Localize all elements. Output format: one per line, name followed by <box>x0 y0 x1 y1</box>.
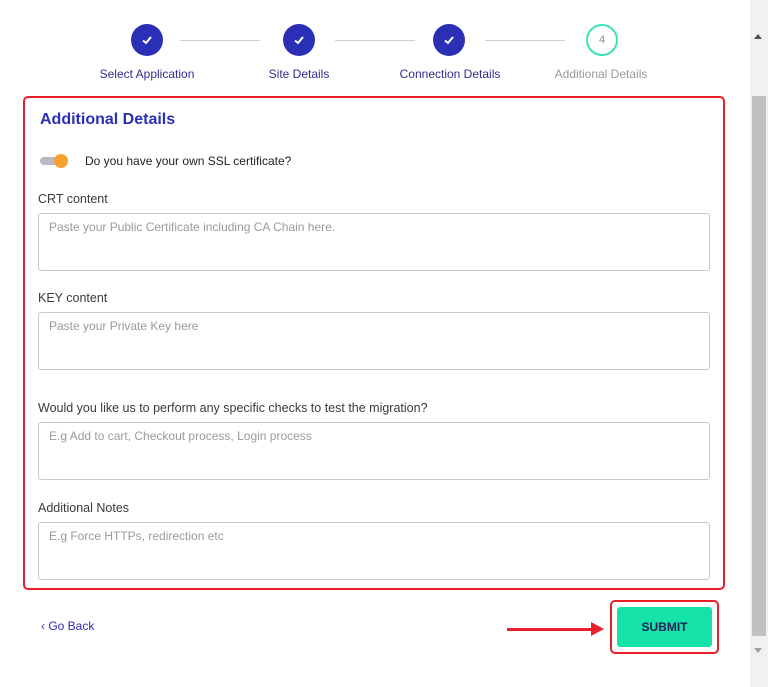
step-1-check-icon <box>131 24 163 56</box>
key-content-field[interactable] <box>38 312 710 370</box>
go-back-link[interactable]: ‹ Go Back <box>41 619 94 633</box>
step-connector <box>180 40 260 41</box>
toggle-knob <box>54 154 68 168</box>
step-3-label: Connection Details <box>399 67 501 81</box>
scroll-down-icon[interactable] <box>754 648 762 653</box>
submit-button[interactable]: SUBMIT <box>617 607 712 647</box>
annotation-arrow-head <box>591 622 604 636</box>
scroll-up-icon[interactable] <box>754 34 762 39</box>
step-4-indicator: 4 <box>586 24 618 56</box>
step-connector <box>485 40 565 41</box>
ssl-toggle[interactable] <box>40 154 68 168</box>
crt-content-label: CRT content <box>38 192 108 206</box>
migration-checks-field[interactable] <box>38 422 710 480</box>
step-2-label: Site Details <box>268 67 330 81</box>
crt-content-field[interactable] <box>38 213 710 271</box>
step-4-label: Additional Details <box>554 67 648 81</box>
additional-notes-field[interactable] <box>38 522 710 580</box>
section-title: Additional Details <box>40 111 176 128</box>
step-1-label: Select Application <box>99 67 195 81</box>
annotation-arrow <box>507 628 597 631</box>
scrollbar[interactable] <box>750 0 768 687</box>
ssl-toggle-label: Do you have your own SSL certificate? <box>85 154 292 168</box>
scroll-thumb[interactable] <box>752 96 766 636</box>
submit-highlight: SUBMIT <box>610 600 719 654</box>
step-connector <box>335 40 415 41</box>
progress-stepper: 4 Select Application Site Details Connec… <box>0 0 750 92</box>
step-2-check-icon <box>283 24 315 56</box>
additional-details-card: Additional Details Do you have your own … <box>23 96 725 590</box>
step-3-check-icon <box>433 24 465 56</box>
key-content-label: KEY content <box>38 291 108 305</box>
additional-notes-label: Additional Notes <box>38 501 130 515</box>
step-4-number: 4 <box>598 34 606 46</box>
migration-checks-label: Would you like us to perform any specifi… <box>38 401 428 415</box>
